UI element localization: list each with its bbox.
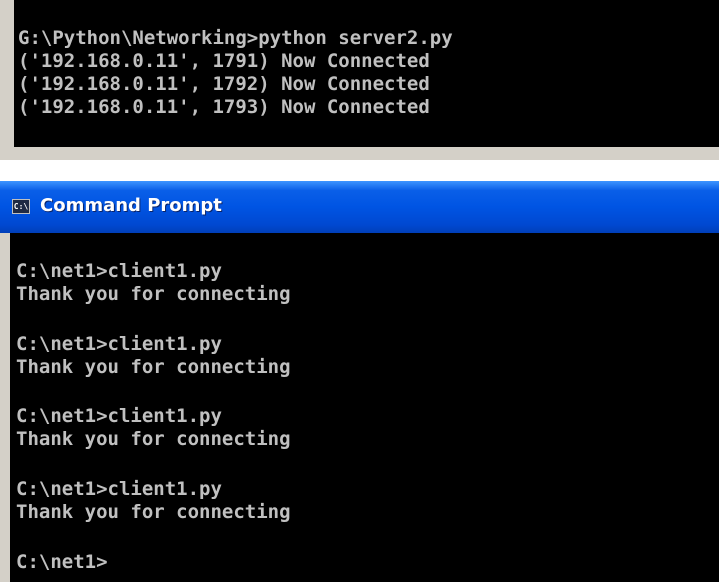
console-line: C:\net1>client1.py — [16, 260, 222, 282]
console-line: Thank you for connecting — [16, 356, 291, 378]
server-console-output[interactable]: G:\Python\Networking>python server2.py (… — [14, 0, 719, 147]
console-line: G:\Python\Networking>python server2.py — [18, 27, 453, 49]
console-line: Thank you for connecting — [16, 283, 291, 305]
window-titlebar[interactable]: C:\ Command Prompt — [0, 181, 719, 233]
console-line: Thank you for connecting — [16, 501, 291, 523]
window-title: Command Prompt — [40, 195, 222, 216]
console-icon[interactable]: C:\ — [12, 199, 30, 214]
console-line: C:\net1>client1.py — [16, 333, 222, 355]
console-line: ('192.168.0.11', 1793) Now Connected — [18, 96, 430, 118]
console-line: Thank you for connecting — [16, 428, 291, 450]
client-console-window: C:\ Command Prompt C:\net1>client1.py Th… — [0, 181, 719, 582]
console-line: ('192.168.0.11', 1792) Now Connected — [18, 73, 430, 95]
server-console-window: G:\Python\Networking>python server2.py (… — [0, 0, 719, 160]
client-console-output[interactable]: C:\net1>client1.py Thank you for connect… — [10, 233, 719, 582]
console-line: ('192.168.0.11', 1791) Now Connected — [18, 50, 430, 72]
console-line: C:\net1>client1.py — [16, 478, 222, 500]
command-prompt-line[interactable]: C:\net1> — [16, 551, 108, 573]
console-line: C:\net1>client1.py — [16, 405, 222, 427]
